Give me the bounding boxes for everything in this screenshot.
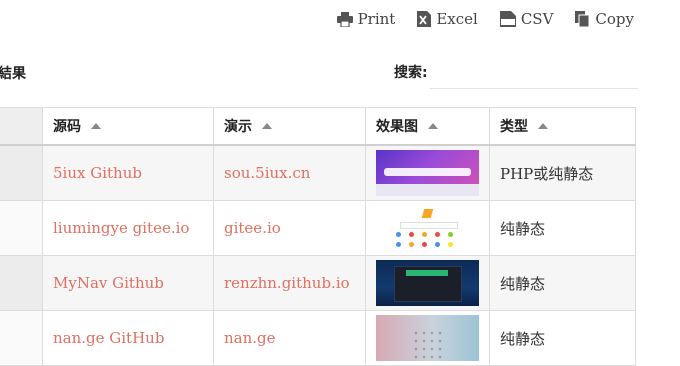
type-cell: 纯静态 xyxy=(489,310,636,366)
column-header-index[interactable] xyxy=(0,107,43,146)
page-title: 結果 xyxy=(0,66,26,82)
results-table: 源码 演示 效果图 类型 5iux Github sou.5iux.cn PHP… xyxy=(0,107,636,366)
demo-link[interactable]: renzhn.github.io xyxy=(224,274,350,292)
column-header-type[interactable]: 类型 xyxy=(489,107,636,146)
excel-label: Excel xyxy=(436,10,478,28)
type-cell: PHP或纯静态 xyxy=(489,144,636,201)
csv-file-icon xyxy=(499,11,516,27)
source-cell: liumingye gitee.io xyxy=(42,200,214,256)
preview-thumbnail-image[interactable] xyxy=(376,205,479,251)
preview-cell xyxy=(365,310,490,366)
column-header-label: 效果图 xyxy=(376,119,418,135)
column-header-label: 演示 xyxy=(224,119,252,135)
source-cell: 5iux Github xyxy=(42,144,214,201)
print-label: Print xyxy=(357,10,396,28)
table-row: liumingye gitee.io gitee.io 纯静态 xyxy=(0,200,636,256)
source-cell: nan.ge GitHub xyxy=(42,310,214,366)
column-header-demo[interactable]: 演示 xyxy=(213,107,366,146)
search-input[interactable] xyxy=(430,60,638,89)
demo-cell: gitee.io xyxy=(213,200,366,256)
preview-thumbnail-image[interactable] xyxy=(376,150,479,196)
excel-button[interactable]: Excel xyxy=(417,10,478,28)
table-header-row: 源码 演示 效果图 类型 xyxy=(0,107,636,146)
row-index-cell xyxy=(0,144,43,201)
preview-thumbnail-image[interactable] xyxy=(376,315,479,361)
search-label: 搜索: xyxy=(394,65,428,81)
demo-cell: renzhn.github.io xyxy=(213,255,366,311)
preview-cell xyxy=(365,144,490,201)
column-header-source[interactable]: 源码 xyxy=(42,107,214,146)
demo-link[interactable]: nan.ge xyxy=(224,329,276,347)
row-index-cell xyxy=(0,310,43,366)
source-link[interactable]: liumingye gitee.io xyxy=(53,219,189,237)
copy-label: Copy xyxy=(595,10,634,28)
column-header-preview[interactable]: 效果图 xyxy=(365,107,490,146)
print-button[interactable]: Print xyxy=(336,10,396,28)
preview-cell xyxy=(365,255,490,311)
type-cell: 纯静态 xyxy=(489,255,636,311)
demo-cell: sou.5iux.cn xyxy=(213,144,366,201)
sort-ascending-icon xyxy=(538,123,548,129)
demo-cell: nan.ge xyxy=(213,310,366,366)
excel-file-icon xyxy=(417,11,432,27)
sort-ascending-icon xyxy=(428,123,438,129)
source-link[interactable]: nan.ge GitHub xyxy=(53,329,164,347)
sort-ascending-icon xyxy=(91,123,101,129)
table-row: 5iux Github sou.5iux.cn PHP或纯静态 xyxy=(0,144,636,201)
table-row: MyNav Github renzhn.github.io 纯静态 xyxy=(0,255,636,311)
copy-icon xyxy=(575,11,590,27)
column-header-label: 类型 xyxy=(500,119,528,135)
row-index-cell xyxy=(0,200,43,256)
printer-icon xyxy=(336,11,353,27)
sort-ascending-icon xyxy=(262,123,272,129)
export-toolbar: Print Excel CSV Copy xyxy=(336,10,634,28)
source-cell: MyNav Github xyxy=(42,255,214,311)
preview-thumbnail-image[interactable] xyxy=(376,260,479,306)
table-row: nan.ge GitHub nan.ge 纯静态 xyxy=(0,310,636,366)
source-link[interactable]: 5iux Github xyxy=(53,164,142,182)
column-header-label: 源码 xyxy=(53,119,81,135)
row-index-cell xyxy=(0,255,43,311)
demo-link[interactable]: gitee.io xyxy=(224,219,281,237)
preview-cell xyxy=(365,200,490,256)
type-cell: 纯静态 xyxy=(489,200,636,256)
source-link[interactable]: MyNav Github xyxy=(53,274,164,292)
csv-label: CSV xyxy=(520,10,554,28)
demo-link[interactable]: sou.5iux.cn xyxy=(224,164,310,182)
copy-button[interactable]: Copy xyxy=(575,10,634,28)
csv-button[interactable]: CSV xyxy=(499,10,554,28)
